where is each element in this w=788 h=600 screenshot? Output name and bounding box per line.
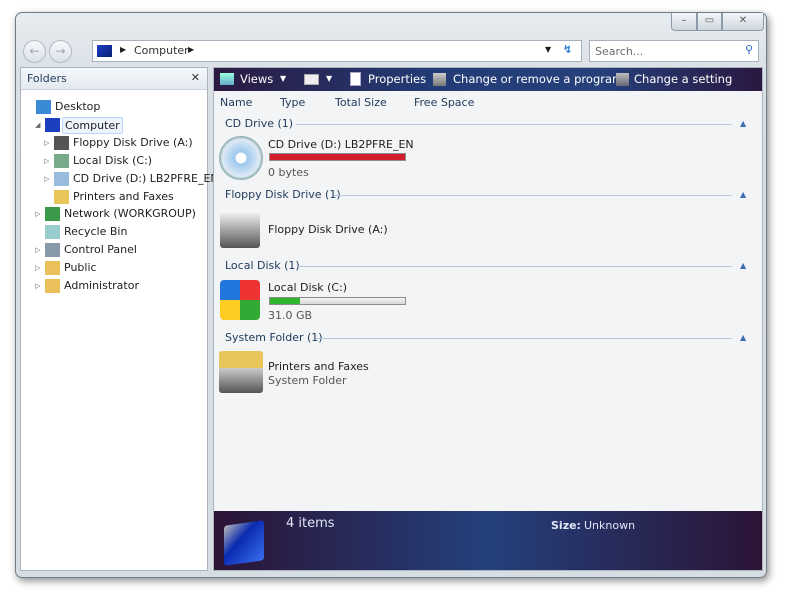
views-icon <box>220 73 234 85</box>
address-bar[interactable]: ▶ Computer ▶ ▼ ↯ <box>92 40 582 62</box>
expander-icon[interactable]: ▷ <box>35 277 40 295</box>
cd-drive-icon[interactable] <box>219 136 263 180</box>
layout-icon[interactable] <box>304 74 319 85</box>
item-name[interactable]: Floppy Disk Drive (A:) <box>268 223 388 236</box>
column-free-space[interactable]: Free Space <box>414 96 474 109</box>
tree-item-label: Network (WORKGROUP) <box>64 207 196 220</box>
computer-icon <box>97 45 112 57</box>
control-panel-icon <box>45 243 60 257</box>
usage-bar <box>269 297 406 305</box>
tree-item-label: Local Disk (C:) <box>73 154 153 167</box>
size-label: Size: <box>551 519 581 532</box>
change-remove-program-button[interactable]: Change or remove a program <box>453 72 623 86</box>
tree-item-label: Control Panel <box>64 243 137 256</box>
group-header[interactable]: Local Disk (1) <box>225 259 300 272</box>
layout-dropdown-icon[interactable]: ▼ <box>326 74 332 83</box>
tree-item-label: Administrator <box>64 279 139 292</box>
search-placeholder: Search... <box>595 45 644 58</box>
folders-header: Folders ✕ <box>21 68 207 90</box>
item-count: 4 items <box>286 516 335 531</box>
expander-icon[interactable]: ▷ <box>44 170 49 188</box>
folders-title: Folders <box>27 72 67 85</box>
printer-icon[interactable] <box>219 351 263 393</box>
change-setting-button[interactable]: Change a setting <box>634 72 732 86</box>
tree-item-label: Desktop <box>55 100 101 113</box>
network-icon <box>45 207 60 221</box>
item-detail: 0 bytes <box>268 166 309 179</box>
item-name[interactable]: Printers and Faxes <box>268 360 369 373</box>
group-header[interactable]: System Folder (1) <box>225 331 323 344</box>
breadcrumb-arrow-icon[interactable]: ▶ <box>120 45 126 54</box>
recycle-bin-icon <box>45 225 60 239</box>
command-bar: Views ▼ ▼ Properties Change or remove a … <box>214 68 762 91</box>
properties-icon <box>350 72 361 86</box>
programs-icon <box>433 73 446 86</box>
desktop-icon <box>36 100 51 114</box>
item-detail: 31.0 GB <box>268 309 313 322</box>
computer-icon <box>45 118 60 132</box>
control-panel-icon <box>616 73 629 86</box>
tree-item-label: Printers and Faxes <box>73 190 174 203</box>
expander-icon[interactable]: ▷ <box>44 152 49 170</box>
expander-icon[interactable]: ▷ <box>35 241 40 259</box>
column-type[interactable]: Type <box>280 96 305 109</box>
tree-item-label: Floppy Disk Drive (A:) <box>73 136 193 149</box>
views-dropdown-icon[interactable]: ▼ <box>280 74 286 83</box>
expander-icon[interactable]: ◢ <box>35 116 40 134</box>
refresh-icon[interactable]: ↯ <box>563 43 572 56</box>
windows-disk-icon[interactable] <box>220 280 260 320</box>
breadcrumb-arrow-icon[interactable]: ▶ <box>188 45 194 54</box>
content-pane: Views ▼ ▼ Properties Change or remove a … <box>213 67 763 571</box>
tree-item-label: Computer <box>62 117 123 134</box>
item-detail: System Folder <box>268 374 347 387</box>
tree-item-label: CD Drive (D:) LB2PFRE_EN <box>73 172 219 185</box>
disk-icon <box>54 154 69 168</box>
floppy-icon <box>54 136 69 150</box>
dropdown-arrow-icon[interactable]: ▼ <box>545 45 551 54</box>
column-total-size[interactable]: Total Size <box>335 96 387 109</box>
item-name[interactable]: Local Disk (C:) <box>268 281 347 294</box>
close-pane-icon[interactable]: ✕ <box>191 71 200 84</box>
collapse-icon[interactable]: ▲ <box>740 333 746 342</box>
collapse-icon[interactable]: ▲ <box>740 119 746 128</box>
tree-item-label: Recycle Bin <box>64 225 128 238</box>
forward-button[interactable]: → <box>49 40 72 63</box>
folder-icon <box>45 261 60 275</box>
group-header[interactable]: CD Drive (1) <box>225 117 293 130</box>
floppy-drive-icon[interactable] <box>220 213 260 248</box>
usage-bar <box>269 153 406 161</box>
collapse-icon[interactable]: ▲ <box>740 190 746 199</box>
item-name[interactable]: CD Drive (D:) LB2PFRE_EN <box>268 138 414 151</box>
column-name[interactable]: Name <box>220 96 252 109</box>
details-pane: 4 items Size: Unknown <box>214 511 762 570</box>
group-header[interactable]: Floppy Disk Drive (1) <box>225 188 341 201</box>
tree-item-label: Public <box>64 261 97 274</box>
close-button[interactable]: ✕ <box>722 13 764 31</box>
back-button[interactable]: ← <box>23 40 46 63</box>
expander-icon[interactable]: ▷ <box>35 205 40 223</box>
expander-icon[interactable]: ▷ <box>35 259 40 277</box>
size-value: Unknown <box>584 519 636 532</box>
computer-icon <box>224 520 264 566</box>
printer-icon <box>54 190 69 204</box>
properties-button[interactable]: Properties <box>368 72 426 86</box>
cd-icon <box>54 172 69 186</box>
breadcrumb-computer[interactable]: Computer <box>134 44 189 57</box>
folders-pane: Folders ✕ Desktop ◢ Computer ▷ Floppy Disk D… <box>20 67 219 571</box>
views-button[interactable]: Views <box>240 72 273 86</box>
collapse-icon[interactable]: ▲ <box>740 261 746 270</box>
folder-icon <box>45 279 60 293</box>
minimize-button[interactable]: – <box>671 13 697 31</box>
search-input[interactable]: Search... ⚲ <box>589 40 759 62</box>
expander-icon[interactable]: ▷ <box>44 134 49 152</box>
search-icon[interactable]: ⚲ <box>745 43 753 56</box>
maximize-button[interactable]: ▭ <box>697 13 722 31</box>
